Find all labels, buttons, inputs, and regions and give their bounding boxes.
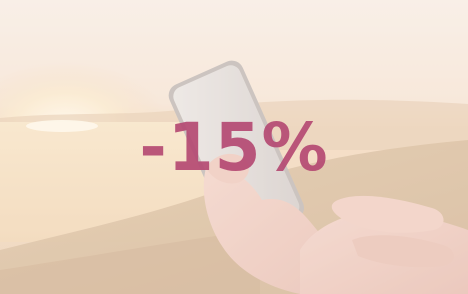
discount-text: -15% [139,109,329,186]
promo-banner: -15% [0,0,468,294]
